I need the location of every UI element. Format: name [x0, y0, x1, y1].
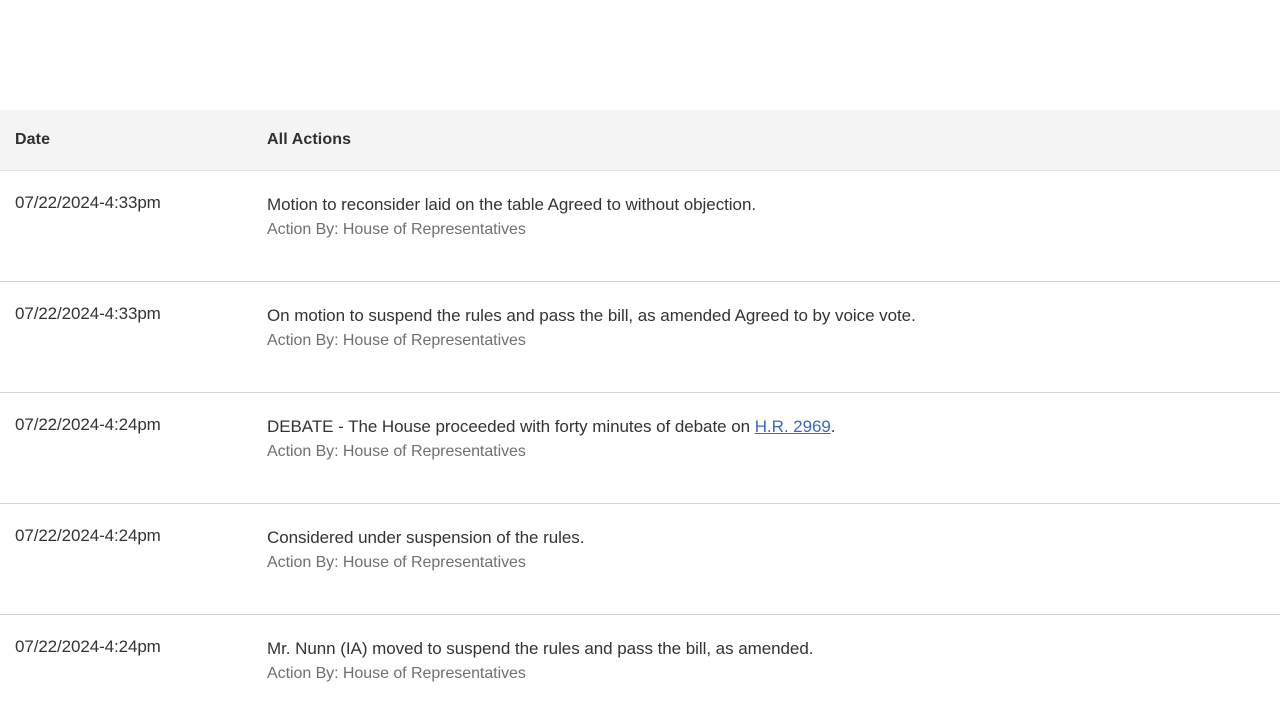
table-header: Date All Actions: [0, 110, 1280, 171]
all-actions-table: Date All Actions 07/22/2024-4:33pm Motio…: [0, 110, 1280, 725]
bill-link[interactable]: H.R. 2969: [755, 417, 831, 436]
action-text-trail: .: [831, 417, 836, 436]
table-row: 07/22/2024-4:24pm DEBATE - The House pro…: [0, 393, 1280, 504]
action-by-label: Action By: House of Representatives: [267, 440, 1256, 464]
action-cell: Mr. Nunn (IA) moved to suspend the rules…: [261, 615, 1280, 725]
action-cell: DEBATE - The House proceeded with forty …: [261, 393, 1280, 504]
action-cell: On motion to suspend the rules and pass …: [261, 282, 1280, 393]
action-by-label: Action By: House of Representatives: [267, 218, 1256, 242]
action-description: On motion to suspend the rules and pass …: [267, 304, 1256, 328]
action-date: 07/22/2024-4:24pm: [0, 615, 261, 725]
table-row: 07/22/2024-4:24pm Mr. Nunn (IA) moved to…: [0, 615, 1280, 725]
action-by-label: Action By: House of Representatives: [267, 662, 1256, 686]
table-row: 07/22/2024-4:33pm On motion to suspend t…: [0, 282, 1280, 393]
table-header-row: Date All Actions: [0, 110, 1280, 171]
table-row: 07/22/2024-4:24pm Considered under suspe…: [0, 504, 1280, 615]
action-text-lead: Mr. Nunn (IA) moved to suspend the rules…: [267, 639, 813, 658]
action-text-lead: Considered under suspension of the rules…: [267, 528, 584, 547]
action-date: 07/22/2024-4:33pm: [0, 171, 261, 282]
action-description: Motion to reconsider laid on the table A…: [267, 193, 1256, 217]
action-cell: Motion to reconsider laid on the table A…: [261, 171, 1280, 282]
action-text-lead: Motion to reconsider laid on the table A…: [267, 195, 756, 214]
action-date: 07/22/2024-4:24pm: [0, 504, 261, 615]
action-description: Considered under suspension of the rules…: [267, 526, 1256, 550]
action-description: DEBATE - The House proceeded with forty …: [267, 415, 1256, 439]
column-header-all-actions: All Actions: [261, 110, 1280, 171]
action-date: 07/22/2024-4:33pm: [0, 282, 261, 393]
action-text-lead: On motion to suspend the rules and pass …: [267, 306, 916, 325]
table-body: 07/22/2024-4:33pm Motion to reconsider l…: [0, 171, 1280, 725]
action-by-label: Action By: House of Representatives: [267, 551, 1256, 575]
page-root: Date All Actions 07/22/2024-4:33pm Motio…: [0, 0, 1280, 720]
action-by-label: Action By: House of Representatives: [267, 329, 1256, 353]
action-cell: Considered under suspension of the rules…: [261, 504, 1280, 615]
action-date: 07/22/2024-4:24pm: [0, 393, 261, 504]
action-text-lead: DEBATE - The House proceeded with forty …: [267, 417, 755, 436]
table-row: 07/22/2024-4:33pm Motion to reconsider l…: [0, 171, 1280, 282]
action-description: Mr. Nunn (IA) moved to suspend the rules…: [267, 637, 1256, 661]
column-header-date: Date: [0, 110, 261, 171]
